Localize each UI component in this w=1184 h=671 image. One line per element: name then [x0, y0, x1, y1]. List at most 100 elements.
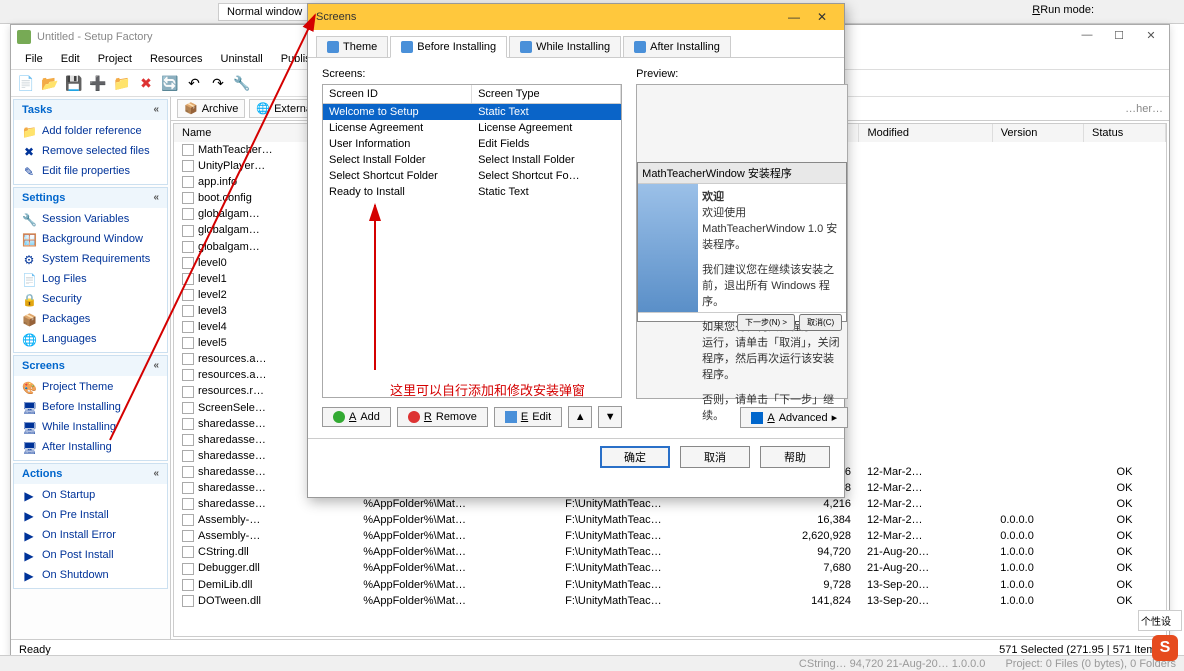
- col-version[interactable]: Version: [992, 124, 1083, 142]
- advanced-icon: [751, 412, 763, 424]
- file-row[interactable]: DOTween.dll%AppFolder%\Mat…F:\UnityMathT…: [174, 593, 1166, 609]
- status-selection: 571 Selected (271.95 | 571 Items: [999, 644, 1161, 656]
- preview-label: Preview:: [636, 68, 848, 80]
- col-screen-id: Screen ID: [323, 85, 472, 103]
- col-modified[interactable]: Modified: [859, 124, 992, 142]
- task-before-installing[interactable]: 🖥Before Installing: [18, 398, 163, 418]
- preview-box: MathTeacherWindow 安装程序 欢迎 欢迎使用 MathTeach…: [636, 84, 848, 399]
- dialog-tabs: ThemeBefore InstallingWhile InstallingAf…: [308, 30, 844, 58]
- screens-label: Screens:: [322, 68, 622, 80]
- preview-window: MathTeacherWindow 安装程序 欢迎 欢迎使用 MathTeach…: [637, 162, 847, 322]
- side-logo[interactable]: S: [1152, 635, 1178, 661]
- app-icon: [17, 30, 31, 44]
- task-background-window[interactable]: 🪟Background Window: [18, 230, 163, 250]
- menu-uninstall[interactable]: Uninstall: [213, 51, 271, 67]
- screen-row[interactable]: Ready to InstallStatic Text: [323, 184, 621, 200]
- task-on-shutdown[interactable]: ▶On Shutdown: [18, 566, 163, 586]
- task-project-theme[interactable]: 🎨Project Theme: [18, 378, 163, 398]
- remove-icon[interactable]: ✖: [135, 72, 157, 94]
- panel-settings[interactable]: Settings«: [14, 188, 167, 208]
- screens-dialog: Screens — ✕ ThemeBefore InstallingWhile …: [307, 3, 845, 498]
- close-button[interactable]: ✕: [1137, 29, 1165, 45]
- menu-resources[interactable]: Resources: [142, 51, 211, 67]
- task-log-files[interactable]: 📄Log Files: [18, 270, 163, 290]
- task-on-install-error[interactable]: ▶On Install Error: [18, 526, 163, 546]
- file-row[interactable]: sharedasse…%AppFolder%\Mat…F:\UnityMathT…: [174, 496, 1166, 512]
- screen-row[interactable]: User InformationEdit Fields: [323, 136, 621, 152]
- path-label: …her…: [1125, 103, 1163, 115]
- remove-icon: [408, 411, 420, 423]
- screen-row[interactable]: Select Install FolderSelect Install Fold…: [323, 152, 621, 168]
- advanced-button[interactable]: AAdvanced ▸: [740, 407, 848, 428]
- edit-button[interactable]: EEdit: [494, 407, 562, 427]
- add-folder-icon[interactable]: 📁: [111, 72, 133, 94]
- col-status[interactable]: Status: [1084, 124, 1166, 142]
- add-icon: [333, 411, 345, 423]
- task-system-requirements[interactable]: ⚙System Requirements: [18, 250, 163, 270]
- screens-list[interactable]: Screen ID Screen Type Welcome to SetupSt…: [322, 84, 622, 398]
- task-while-installing[interactable]: 🖥While Installing: [18, 418, 163, 438]
- tab-before-installing[interactable]: Before Installing: [390, 36, 507, 58]
- menu-file[interactable]: File: [17, 51, 51, 67]
- screen-row[interactable]: Select Shortcut FolderSelect Shortcut Fo…: [323, 168, 621, 184]
- cancel-button[interactable]: 取消: [680, 446, 750, 468]
- file-row[interactable]: CString.dll%AppFolder%\Mat…F:\UnityMathT…: [174, 544, 1166, 560]
- dialog-title: Screens: [316, 11, 356, 23]
- remove-button[interactable]: RRemove: [397, 407, 488, 427]
- new-icon[interactable]: 📄: [15, 72, 37, 94]
- run-mode-label: RRun mode:: [1032, 4, 1094, 16]
- task-on-pre-install[interactable]: ▶On Pre Install: [18, 506, 163, 526]
- task-packages[interactable]: 📦Packages: [18, 310, 163, 330]
- panel-tasks[interactable]: Tasks«: [14, 100, 167, 120]
- ok-button[interactable]: 确定: [600, 446, 670, 468]
- save-icon[interactable]: 💾: [63, 72, 85, 94]
- add-button[interactable]: AAdd: [322, 407, 391, 427]
- task-session-variables[interactable]: 🔧Session Variables: [18, 210, 163, 230]
- maximize-button[interactable]: ☐: [1105, 29, 1133, 45]
- archive-tab[interactable]: 📦 Archive: [177, 99, 245, 118]
- tab-theme[interactable]: Theme: [316, 36, 388, 57]
- edit-icon: [505, 411, 517, 423]
- help-button[interactable]: 帮助: [760, 446, 830, 468]
- prefs-icon[interactable]: 🔧: [231, 72, 253, 94]
- open-icon[interactable]: 📂: [39, 72, 61, 94]
- preview-next-button: 下一步(N) >: [737, 314, 795, 331]
- menu-edit[interactable]: Edit: [53, 51, 88, 67]
- screen-row[interactable]: Welcome to SetupStatic Text: [323, 104, 621, 120]
- task-add-folder-reference[interactable]: 📁Add folder reference: [18, 122, 163, 142]
- minimize-button[interactable]: —: [1073, 29, 1101, 45]
- file-row[interactable]: Debugger.dll%AppFolder%\Mat…F:\UnityMath…: [174, 560, 1166, 576]
- normal-window-label: Normal window: [218, 3, 311, 21]
- task-on-startup[interactable]: ▶On Startup: [18, 486, 163, 506]
- file-row[interactable]: Assembly-…%AppFolder%\Mat…F:\UnityMathTe…: [174, 512, 1166, 528]
- add-icon[interactable]: ➕: [87, 72, 109, 94]
- menu-project[interactable]: Project: [90, 51, 140, 67]
- undo-icon[interactable]: ↶: [183, 72, 205, 94]
- file-row[interactable]: Assembly-…%AppFolder%\Mat…F:\UnityMathTe…: [174, 528, 1166, 544]
- sidebar: Tasks«📁Add folder reference✖Remove selec…: [11, 97, 171, 639]
- task-languages[interactable]: 🌐Languages: [18, 330, 163, 350]
- file-row[interactable]: DemiLib.dll%AppFolder%\Mat…F:\UnityMathT…: [174, 577, 1166, 593]
- task-security[interactable]: 🔒Security: [18, 290, 163, 310]
- dialog-close-button[interactable]: ✕: [808, 10, 836, 24]
- dialog-titlebar[interactable]: Screens — ✕: [308, 4, 844, 30]
- refresh-icon[interactable]: 🔄: [159, 72, 181, 94]
- task-on-post-install[interactable]: ▶On Post Install: [18, 546, 163, 566]
- tab-after-installing[interactable]: After Installing: [623, 36, 731, 57]
- panel-actions[interactable]: Actions«: [14, 464, 167, 484]
- side-badge[interactable]: 个性设: [1138, 610, 1182, 631]
- screen-row[interactable]: License AgreementLicense Agreement: [323, 120, 621, 136]
- dialog-minimize-button[interactable]: —: [780, 10, 808, 24]
- task-edit-file-properties[interactable]: ✎Edit file properties: [18, 162, 163, 182]
- move-up-button[interactable]: ▲: [568, 406, 592, 428]
- move-down-button[interactable]: ▼: [598, 406, 622, 428]
- task-after-installing[interactable]: 🖥After Installing: [18, 438, 163, 458]
- preview-sidebar: [638, 184, 698, 312]
- tab-while-installing[interactable]: While Installing: [509, 36, 621, 57]
- task-remove-selected-files[interactable]: ✖Remove selected files: [18, 142, 163, 162]
- preview-content: 欢迎 欢迎使用 MathTeacherWindow 1.0 安装程序。 我们建议…: [698, 184, 846, 312]
- redo-icon[interactable]: ↷: [207, 72, 229, 94]
- status-ready: Ready: [19, 644, 51, 656]
- preview-title: MathTeacherWindow 安装程序: [638, 163, 846, 184]
- panel-screens[interactable]: Screens«: [14, 356, 167, 376]
